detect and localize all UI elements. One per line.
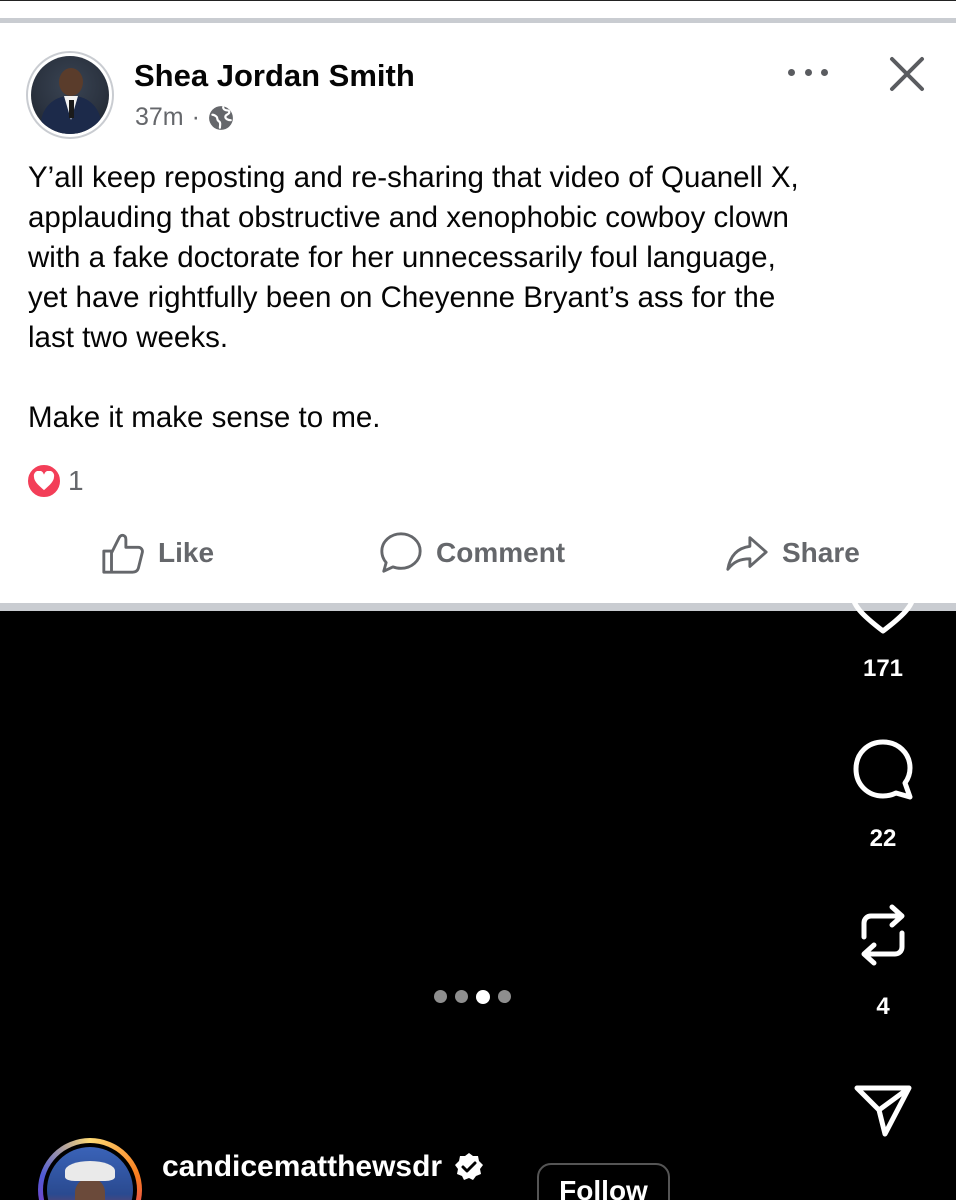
repost-icon[interactable] (850, 899, 916, 971)
author-name[interactable]: Shea Jordan Smith (134, 58, 415, 94)
like-count: 171 (862, 655, 904, 682)
repost-count: 4 (876, 993, 890, 1020)
top-strip (0, 0, 956, 24)
comment-icon (380, 532, 422, 573)
reel-username-row[interactable]: candicematthewsdr (162, 1150, 484, 1184)
post-body: Y’all keep reposting and re-sharing that… (28, 161, 799, 434)
like-button[interactable]: Like (100, 530, 214, 576)
like-label: Like (158, 537, 215, 568)
follow-button[interactable]: Follow (537, 1163, 670, 1200)
heart-icon[interactable] (848, 573, 918, 635)
verified-badge-icon (455, 1153, 484, 1180)
post-meta: 37m · (135, 103, 234, 132)
carousel-indicator (434, 990, 511, 1004)
carousel-dot (455, 990, 468, 1003)
share-button[interactable]: Share (724, 530, 860, 576)
reaction-summary[interactable]: 1 (26, 463, 84, 499)
comment-action[interactable]: 22 (840, 737, 926, 853)
send-icon[interactable] (851, 1080, 915, 1140)
close-icon[interactable] (887, 54, 927, 94)
divider (0, 603, 956, 611)
carousel-dot (476, 990, 490, 1004)
repost-action[interactable]: 4 (840, 899, 926, 1021)
send-action[interactable] (840, 1080, 926, 1140)
share-label: Share (782, 537, 860, 568)
globe-icon (209, 105, 233, 130)
like-icon (102, 533, 144, 574)
reel-username[interactable]: candicematthewsdr (162, 1150, 442, 1184)
share-icon (726, 536, 768, 571)
like-action[interactable]: 171 (840, 573, 926, 683)
meta-separator: · (191, 103, 200, 131)
carousel-dot (498, 990, 511, 1003)
more-icon[interactable] (788, 62, 828, 82)
reaction-count: 1 (68, 465, 84, 496)
comment-label: Comment (436, 537, 566, 568)
comment-button[interactable]: Comment (378, 530, 565, 576)
comment-bubble-icon[interactable] (850, 737, 916, 803)
heart-reaction-icon (26, 463, 62, 499)
reel-author-avatar[interactable] (38, 1138, 142, 1200)
post-time[interactable]: 37m (135, 103, 184, 132)
author-avatar[interactable] (26, 51, 114, 139)
comment-count: 22 (869, 825, 897, 852)
carousel-dot (434, 990, 447, 1003)
